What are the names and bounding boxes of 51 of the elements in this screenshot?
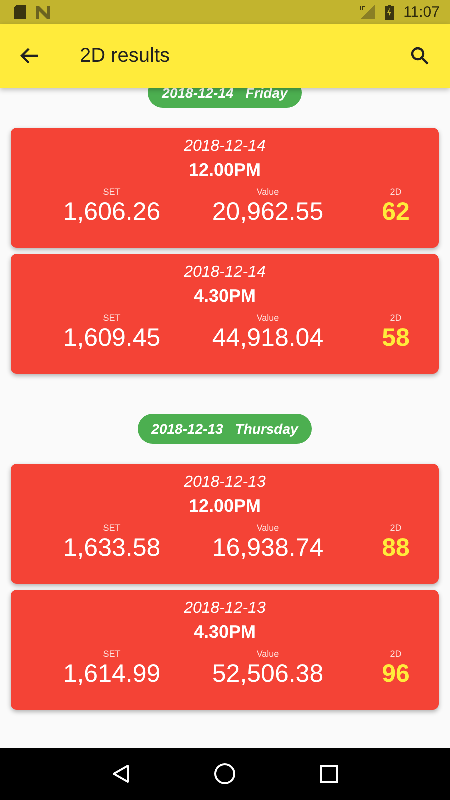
result-time: 4.30PM — [194, 286, 256, 307]
result-date: 2018-12-14 — [184, 138, 266, 156]
home-nav-icon[interactable] — [214, 763, 236, 785]
value-amount: 20,962.55 — [212, 197, 324, 227]
twod-label: 2D — [390, 523, 402, 533]
result-date: 2018-12-13 — [184, 474, 266, 492]
back-arrow-icon — [20, 46, 40, 66]
chip-date: 2018-12-13 — [152, 421, 224, 437]
set-index: 1,614.99 — [63, 659, 161, 689]
notification-icon — [36, 6, 50, 18]
screen-title: 2D results — [80, 44, 172, 68]
twod-number: 88 — [382, 533, 410, 563]
result-card[interactable]: 2018-12-14 12.00PM SET 1,606.26 Value 20,962.55 2D 62 — [11, 128, 439, 248]
set-label: SET — [103, 523, 121, 533]
set-label: SET — [103, 313, 121, 323]
value-label: Value — [256, 649, 280, 659]
result-date: 2018-12-13 — [184, 600, 266, 618]
sd-card-icon — [14, 5, 26, 19]
set-index: 1,633.58 — [63, 533, 161, 563]
signal-icon — [358, 5, 375, 19]
set-index: 1,609.45 — [63, 323, 161, 353]
recents-nav-icon[interactable] — [320, 765, 338, 783]
set-label: SET — [103, 187, 121, 197]
twod-label: 2D — [390, 187, 402, 197]
value-label: Value — [256, 523, 280, 533]
chip-date: 2018-12-14 — [162, 88, 234, 101]
result-card[interactable]: 2018-12-13 4.30PM SET 1,614.99 Value 52,506.38 2D 96 — [11, 590, 439, 710]
value-amount: 16,938.74 — [212, 533, 324, 563]
set-index: 1,606.26 — [63, 197, 161, 227]
value-amount: 52,506.38 — [212, 659, 324, 689]
value-label: Value — [256, 187, 280, 197]
twod-label: 2D — [390, 649, 402, 659]
value-label: Value — [256, 313, 280, 323]
result-date: 2018-12-14 — [184, 264, 266, 282]
status-time: 11:07 — [404, 4, 440, 20]
chip-weekday: Thursday — [235, 421, 298, 437]
result-time: 4.30PM — [194, 622, 256, 643]
twod-label: 2D — [390, 313, 402, 323]
value-amount: 44,918.04 — [212, 323, 324, 353]
set-label: SET — [103, 649, 121, 659]
search-icon — [410, 46, 430, 66]
twod-number: 96 — [382, 659, 410, 689]
chip-weekday: Friday — [246, 88, 288, 101]
result-card[interactable]: 2018-12-14 4.30PM SET 1,609.45 Value 44,918.04 2D 58 — [11, 254, 439, 374]
twod-number: 62 — [382, 197, 410, 227]
battery-icon — [384, 4, 394, 20]
result-card[interactable]: 2018-12-13 12.00PM SET 1,633.58 Value 16,938.74 2D 88 — [11, 464, 439, 584]
twod-number: 58 — [382, 323, 410, 353]
result-time: 12.00PM — [188, 496, 262, 517]
result-time: 12.00PM — [188, 160, 262, 181]
back-nav-icon[interactable] — [112, 764, 130, 784]
